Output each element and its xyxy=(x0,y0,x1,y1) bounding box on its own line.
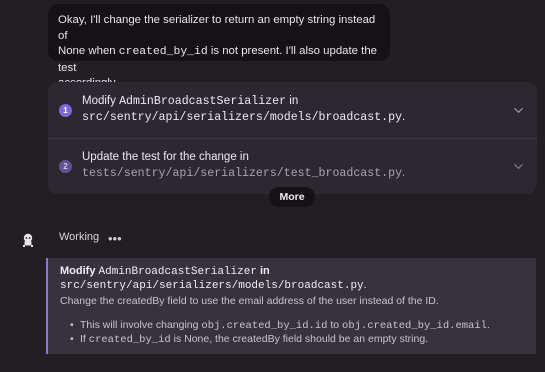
step-text: in xyxy=(286,95,299,107)
plan-title: Modify AdminBroadcastSerializer in xyxy=(60,264,270,279)
bullet-text: . xyxy=(486,319,490,331)
bullet-text: This will involve changing xyxy=(80,319,202,331)
plan-bullet-2: • If created_by_id is None, the createdBy… xyxy=(70,332,429,347)
step-title: Update the test for the change in xyxy=(82,151,249,163)
step-text: Modify xyxy=(82,95,120,107)
chevron-down-icon[interactable] xyxy=(513,161,524,172)
path-suffix: . xyxy=(402,111,406,123)
bullet-icon: • xyxy=(70,333,74,345)
inline-code: obj.created_by_id.id xyxy=(201,320,328,332)
plan-title-text: Modify xyxy=(60,265,99,277)
working-status-label: Working xyxy=(59,231,100,243)
inline-code: obj.created_by_id.email xyxy=(342,320,487,332)
step-file-path: src/sentry/api/serializers/models/broadc… xyxy=(82,110,405,126)
message-text: None when xyxy=(58,45,119,57)
plan-file-path: src/sentry/api/serializers/models/broadc… xyxy=(60,278,367,293)
inline-code: created_by_id xyxy=(88,334,171,346)
message-line-2: None when created_by_id is not present. … xyxy=(58,44,380,76)
bullet-text: If xyxy=(80,333,89,345)
inline-code: AdminBroadcastSerializer xyxy=(119,95,287,108)
chevron-down-icon[interactable] xyxy=(513,105,524,116)
bot-avatar-icon xyxy=(23,233,33,247)
plan-bullet-1: • This will involve changing obj.created_… xyxy=(70,318,490,333)
step-number-badge: 1 xyxy=(59,104,72,117)
bullet-text: to xyxy=(327,319,343,331)
more-options-icon[interactable]: ••• xyxy=(108,231,122,246)
file-path: src/sentry/api/serializers/models/broadc… xyxy=(60,280,364,292)
bullet-text: is None, the createdBy field should be a… xyxy=(170,333,429,345)
inline-code: created_by_id xyxy=(118,46,208,58)
plan-detail: Modify AdminBroadcastSerializer in src/s… xyxy=(46,258,536,354)
bullet-icon: • xyxy=(70,319,74,331)
assistant-message: Okay, I'll change the serializer to retu… xyxy=(48,4,390,89)
file-path: src/sentry/api/serializers/models/broadc… xyxy=(82,111,403,124)
path-suffix: . xyxy=(363,279,367,291)
plan-description: Change the createdBy field to use the em… xyxy=(60,295,439,307)
step-title: Modify AdminBroadcastSerializer in xyxy=(82,94,298,110)
inline-code: AdminBroadcastSerializer xyxy=(98,266,257,278)
path-suffix: . xyxy=(402,167,406,179)
plan-step-1[interactable]: 1 Modify AdminBroadcastSerializer in src… xyxy=(48,82,537,138)
file-path: tests/sentry/api/serializers/test_broadc… xyxy=(82,167,403,180)
step-number-badge: 2 xyxy=(59,160,72,173)
plan-steps-card: 1 Modify AdminBroadcastSerializer in src… xyxy=(48,82,537,194)
message-line-1: Okay, I'll change the serializer to retu… xyxy=(58,14,376,42)
plan-title-text: in xyxy=(256,265,270,277)
more-button[interactable]: More xyxy=(269,187,315,207)
step-file-path: tests/sentry/api/serializers/test_broadc… xyxy=(82,166,405,182)
